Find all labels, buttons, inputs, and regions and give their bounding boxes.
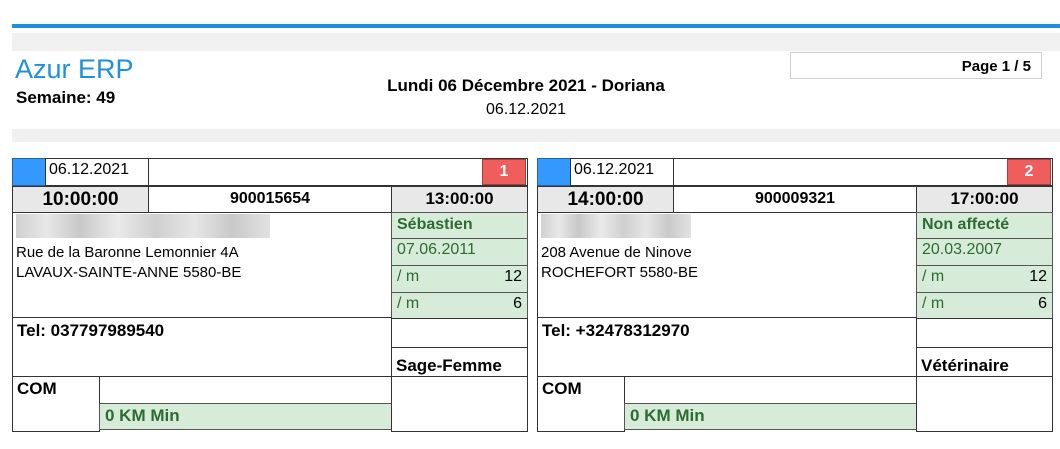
address-line-2: LAVAUX-SAINTE-ANNE 5580-BE: [16, 264, 242, 281]
comment-label: COM: [12, 376, 100, 432]
card-number-badge: 2: [1007, 159, 1051, 185]
distance-label: 0 KM Min: [99, 403, 392, 430]
rate-row-1: / m 12: [916, 265, 1053, 293]
client-phone: Tel: 037797989540: [12, 317, 392, 377]
rate-row-2: / m 6: [916, 292, 1053, 319]
client-phone: Tel: +32478312970: [537, 317, 917, 377]
footer-spacer: [391, 376, 528, 432]
role-spacer: [916, 318, 1053, 348]
card-date: 06.12.2021: [45, 158, 149, 186]
rate-value: 6: [1038, 295, 1047, 312]
rate-unit: / m: [922, 295, 945, 312]
rate-row-2: / m 6: [391, 292, 528, 319]
page-title: Lundi 06 Décembre 2021 - Doriana: [387, 76, 665, 95]
appointment-card[interactable]: 06.12.2021 2 14:00:00 900009321 17:00:00…: [537, 158, 1053, 432]
client-address: Rue de la Baronne Lemonnier 4A LAVAUX-SA…: [13, 240, 389, 284]
start-time: 10:00:00: [12, 186, 149, 213]
card-number-badge: 1: [482, 159, 526, 185]
address-line-1: 208 Avenue de Ninove: [541, 244, 692, 261]
role-spacer: [391, 318, 528, 348]
redacted-name: [541, 214, 691, 238]
reference-number: 900015654: [148, 186, 392, 213]
rate-row-1: / m 12: [391, 265, 528, 293]
color-marker: [12, 158, 46, 186]
appointment-card[interactable]: 06.12.2021 1 10:00:00 900015654 13:00:00…: [12, 158, 528, 432]
comment-label: COM: [537, 376, 625, 432]
card-date: 06.12.2021: [570, 158, 674, 186]
address-line-1: Rue de la Baronne Lemonnier 4A: [16, 244, 239, 261]
header-separator: [12, 129, 1060, 142]
redacted-name: [16, 214, 270, 238]
color-marker: [537, 158, 571, 186]
start-time: 14:00:00: [537, 186, 674, 213]
comment-field[interactable]: [99, 376, 392, 404]
header-band: [12, 33, 1060, 51]
week-label: Semaine: 49: [16, 88, 116, 107]
record-date: 20.03.2007: [916, 238, 1053, 266]
client-address: 208 Avenue de Ninove ROCHEFORT 5580-BE: [538, 240, 914, 284]
card-header-spacer: [673, 158, 1053, 186]
end-time: 17:00:00: [916, 186, 1053, 213]
rate-unit: / m: [397, 295, 420, 312]
footer-spacer: [916, 376, 1053, 432]
rate-unit: / m: [922, 268, 945, 285]
end-time: 13:00:00: [391, 186, 528, 213]
page-indicator: Page 1 / 5: [790, 52, 1042, 79]
rate-value: 6: [513, 295, 522, 312]
reference-number: 900009321: [673, 186, 917, 213]
rate-value: 12: [1029, 268, 1047, 285]
distance-label: 0 KM Min: [624, 403, 917, 430]
card-header-spacer: [148, 158, 528, 186]
address-line-2: ROCHEFORT 5580-BE: [541, 264, 698, 281]
top-accent-line: [12, 24, 1060, 28]
brand-title: Azur ERP: [15, 54, 134, 84]
comment-field[interactable]: [624, 376, 917, 404]
record-date: 07.06.2011: [391, 238, 528, 266]
rate-unit: / m: [397, 268, 420, 285]
role-label: Vétérinaire: [916, 347, 1053, 377]
assignee-name: Sébastien: [391, 212, 528, 239]
page-date: 06.12.2021: [485, 101, 567, 118]
rate-value: 12: [504, 268, 522, 285]
assignee-name: Non affecté: [916, 212, 1053, 239]
role-label: Sage-Femme: [391, 347, 528, 377]
